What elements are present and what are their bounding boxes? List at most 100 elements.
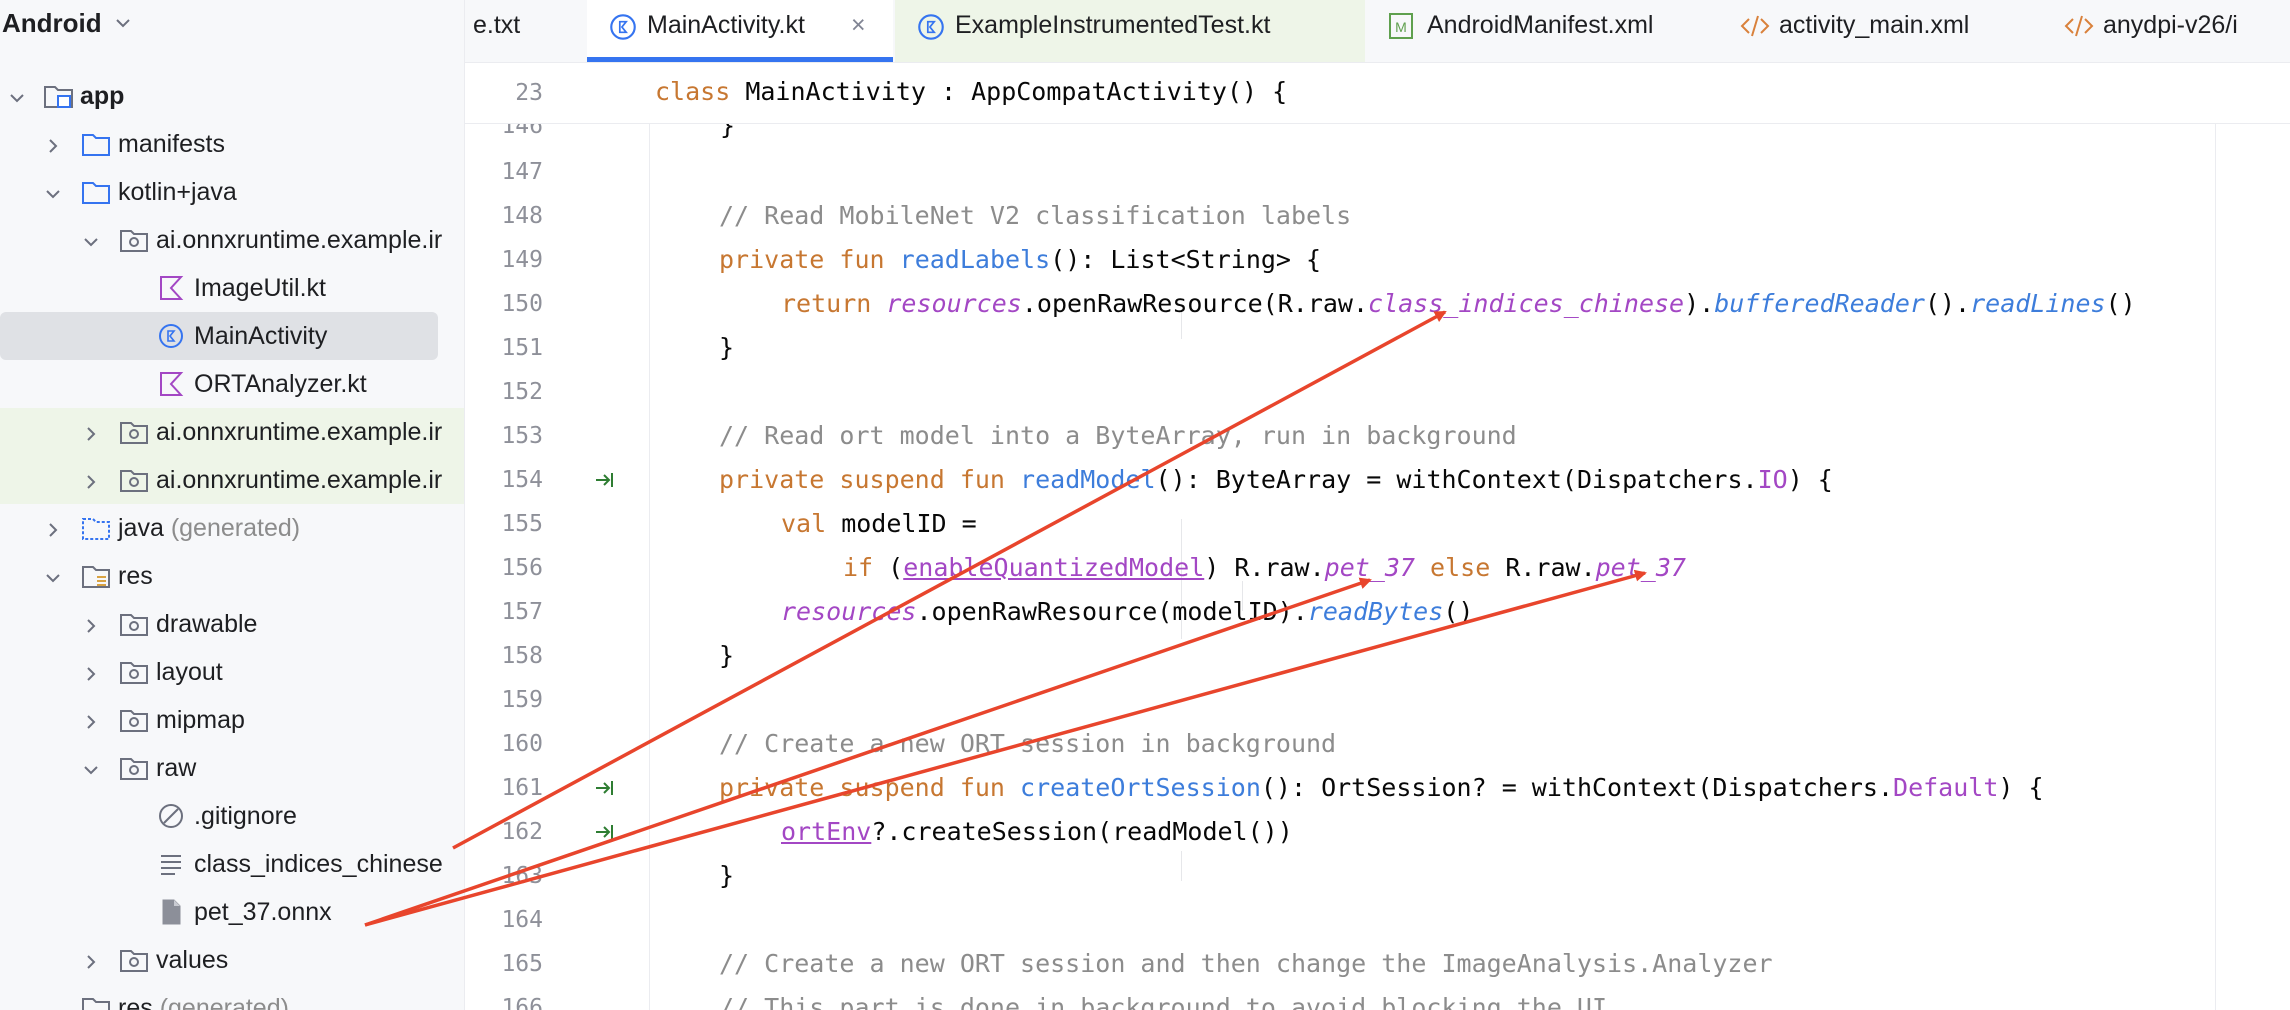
tree-item-pet-37-onnx[interactable]: pet_37.onnx bbox=[0, 888, 464, 936]
folder-icon bbox=[82, 182, 110, 204]
chevron-down-icon[interactable] bbox=[112, 12, 134, 34]
tree-item-label: raw bbox=[156, 754, 197, 782]
tab-e-txt[interactable]: e.txt bbox=[465, 0, 585, 62]
code-line[interactable]: 147 bbox=[465, 149, 2290, 193]
tree-item-label-wrap: java (generated) bbox=[118, 514, 300, 543]
sticky-scope-header[interactable]: 23 class MainActivity : AppCompatActivit… bbox=[465, 63, 2290, 124]
tree-item-mainactivity[interactable]: MainActivity bbox=[0, 312, 438, 360]
active-tab-indicator bbox=[587, 57, 893, 62]
code-line[interactable]: 153 // Read ort model into a ByteArray, … bbox=[465, 413, 2290, 457]
tree-item-label: MainActivity bbox=[194, 322, 328, 350]
chevron-right-icon[interactable] bbox=[80, 663, 102, 685]
chevron-right-icon[interactable] bbox=[80, 711, 102, 733]
tree-item-label: ORTAnalyzer.kt bbox=[194, 370, 367, 398]
tree-item-imageutil[interactable]: ImageUtil.kt bbox=[0, 264, 464, 312]
tree-item-class-indices-chinese[interactable]: class_indices_chinese bbox=[0, 840, 464, 888]
line-number: 163 bbox=[501, 863, 543, 889]
chevron-down-icon[interactable] bbox=[42, 567, 64, 589]
package-icon bbox=[120, 662, 148, 684]
code-editor[interactable]: 146 } 147 148 // Read MobileNet V2 class… bbox=[465, 63, 2290, 1010]
line-number: 158 bbox=[501, 643, 543, 669]
tree-item-label: drawable bbox=[156, 610, 258, 638]
chevron-right-icon[interactable] bbox=[80, 471, 102, 493]
tab-mainactivity-kt[interactable]: MainActivity.kt × bbox=[587, 0, 893, 62]
module-icon bbox=[44, 86, 73, 108]
code-line[interactable]: 157 resources.openRawResource(modelID).r… bbox=[465, 589, 2290, 633]
code-line[interactable]: 161 private suspend fun createOrtSession… bbox=[465, 765, 2290, 809]
tree-item-label: kotlin+java bbox=[118, 178, 237, 206]
code-line[interactable]: 154 private suspend fun readModel(): Byt… bbox=[465, 457, 2290, 501]
suspend-call-icon[interactable] bbox=[593, 775, 619, 801]
package-icon bbox=[120, 422, 148, 444]
chevron-right-icon[interactable] bbox=[80, 423, 102, 445]
tree-item-gitignore[interactable]: .gitignore bbox=[0, 792, 464, 840]
code-line[interactable]: 158 } bbox=[465, 633, 2290, 677]
xml-icon bbox=[1740, 15, 1770, 37]
tree-item-kotlin-java[interactable]: kotlin+java bbox=[0, 168, 464, 216]
binary-file-icon bbox=[162, 899, 181, 925]
tree-item-ortanalyzer[interactable]: ORTAnalyzer.kt bbox=[0, 360, 464, 408]
chevron-right-icon[interactable] bbox=[42, 519, 64, 541]
code-text: private suspend fun readModel(): ByteArr… bbox=[719, 465, 1833, 494]
tree-item-java-generated[interactable]: java (generated) bbox=[0, 504, 464, 552]
tree-item-res[interactable]: res bbox=[0, 552, 464, 600]
code-line[interactable]: 163 } bbox=[465, 853, 2290, 897]
tab-androidmanifest-xml[interactable]: M AndroidManifest.xml bbox=[1367, 0, 1717, 62]
folder-icon bbox=[82, 134, 110, 156]
chevron-right-icon[interactable] bbox=[80, 615, 102, 637]
code-text: } bbox=[719, 333, 735, 362]
svg-text:M: M bbox=[1395, 19, 1407, 35]
code-line[interactable]: 155 val modelID = bbox=[465, 501, 2290, 545]
line-number: 150 bbox=[501, 291, 543, 317]
tab-label: e.txt bbox=[473, 11, 521, 39]
tree-item-app[interactable]: app bbox=[0, 72, 464, 120]
package-icon bbox=[120, 470, 148, 492]
suspend-call-icon[interactable] bbox=[593, 467, 619, 493]
code-comment: // Create a new ORT session and then cha… bbox=[719, 949, 1773, 978]
suspend-call-icon[interactable] bbox=[593, 819, 619, 845]
code-line[interactable]: 149 private fun readLabels(): List<Strin… bbox=[465, 237, 2290, 281]
code-line[interactable]: 150 return resources.openRawResource(R.r… bbox=[465, 281, 2290, 325]
chevron-down-icon[interactable] bbox=[6, 87, 28, 109]
code-line[interactable]: 146 } bbox=[465, 123, 2290, 143]
tree-item-raw[interactable]: raw bbox=[0, 744, 464, 792]
code-line[interactable]: 151 } bbox=[465, 325, 2290, 369]
code-line[interactable]: 148 // Read MobileNet V2 classification … bbox=[465, 193, 2290, 237]
line-number: 161 bbox=[501, 775, 543, 801]
code-line[interactable]: 164 bbox=[465, 897, 2290, 941]
code-line[interactable]: 165 // Create a new ORT session and then… bbox=[465, 941, 2290, 985]
line-number: 160 bbox=[501, 731, 543, 757]
code-line[interactable]: 156 if (enableQuantizedModel) R.raw.pet_… bbox=[465, 545, 2290, 589]
tree-item-package-androidtest[interactable]: ai.onnxruntime.example.ir bbox=[0, 456, 464, 504]
code-line[interactable]: 159 bbox=[465, 677, 2290, 721]
folder-icon bbox=[82, 998, 110, 1010]
manifest-icon: M bbox=[1389, 13, 1413, 39]
project-view-selector[interactable]: Android bbox=[2, 8, 102, 39]
tree-item-mipmap[interactable]: mipmap bbox=[0, 696, 464, 744]
code-line[interactable]: 162 ortEnv?.createSession(readModel()) bbox=[465, 809, 2290, 853]
package-icon bbox=[120, 230, 148, 252]
project-panel-header[interactable]: Android bbox=[0, 0, 464, 46]
tree-item-res-generated[interactable]: res (generated) bbox=[0, 984, 464, 1010]
tab-activity-main-xml[interactable]: activity_main.xml bbox=[1719, 0, 2041, 62]
chevron-down-icon[interactable] bbox=[80, 759, 102, 781]
tree-item-drawable[interactable]: drawable bbox=[0, 600, 464, 648]
code-line[interactable]: 166 // This part is done in background t… bbox=[465, 985, 2290, 1010]
package-icon bbox=[120, 710, 148, 732]
tree-item-values[interactable]: values bbox=[0, 936, 464, 984]
close-icon[interactable]: × bbox=[851, 11, 866, 40]
code-line[interactable]: 152 bbox=[465, 369, 2290, 413]
line-number: 155 bbox=[501, 511, 543, 537]
tree-item-manifests[interactable]: manifests bbox=[0, 120, 464, 168]
chevron-right-icon[interactable] bbox=[42, 135, 64, 157]
chevron-down-icon[interactable] bbox=[80, 231, 102, 253]
tree-item-layout[interactable]: layout bbox=[0, 648, 464, 696]
tree-item-package-test[interactable]: ai.onnxruntime.example.ir bbox=[0, 408, 464, 456]
chevron-right-icon[interactable] bbox=[80, 951, 102, 973]
tab-anydpi-v26[interactable]: anydpi-v26/i bbox=[2043, 0, 2290, 62]
tab-exampleinstrumentedtest-kt[interactable]: ExampleInstrumentedTest.kt bbox=[895, 0, 1365, 62]
sticky-code: class MainActivity : AppCompatActivity()… bbox=[655, 77, 1288, 106]
code-line[interactable]: 160 // Create a new ORT session in backg… bbox=[465, 721, 2290, 765]
chevron-down-icon[interactable] bbox=[42, 183, 64, 205]
tree-item-package[interactable]: ai.onnxruntime.example.ir bbox=[0, 216, 464, 264]
